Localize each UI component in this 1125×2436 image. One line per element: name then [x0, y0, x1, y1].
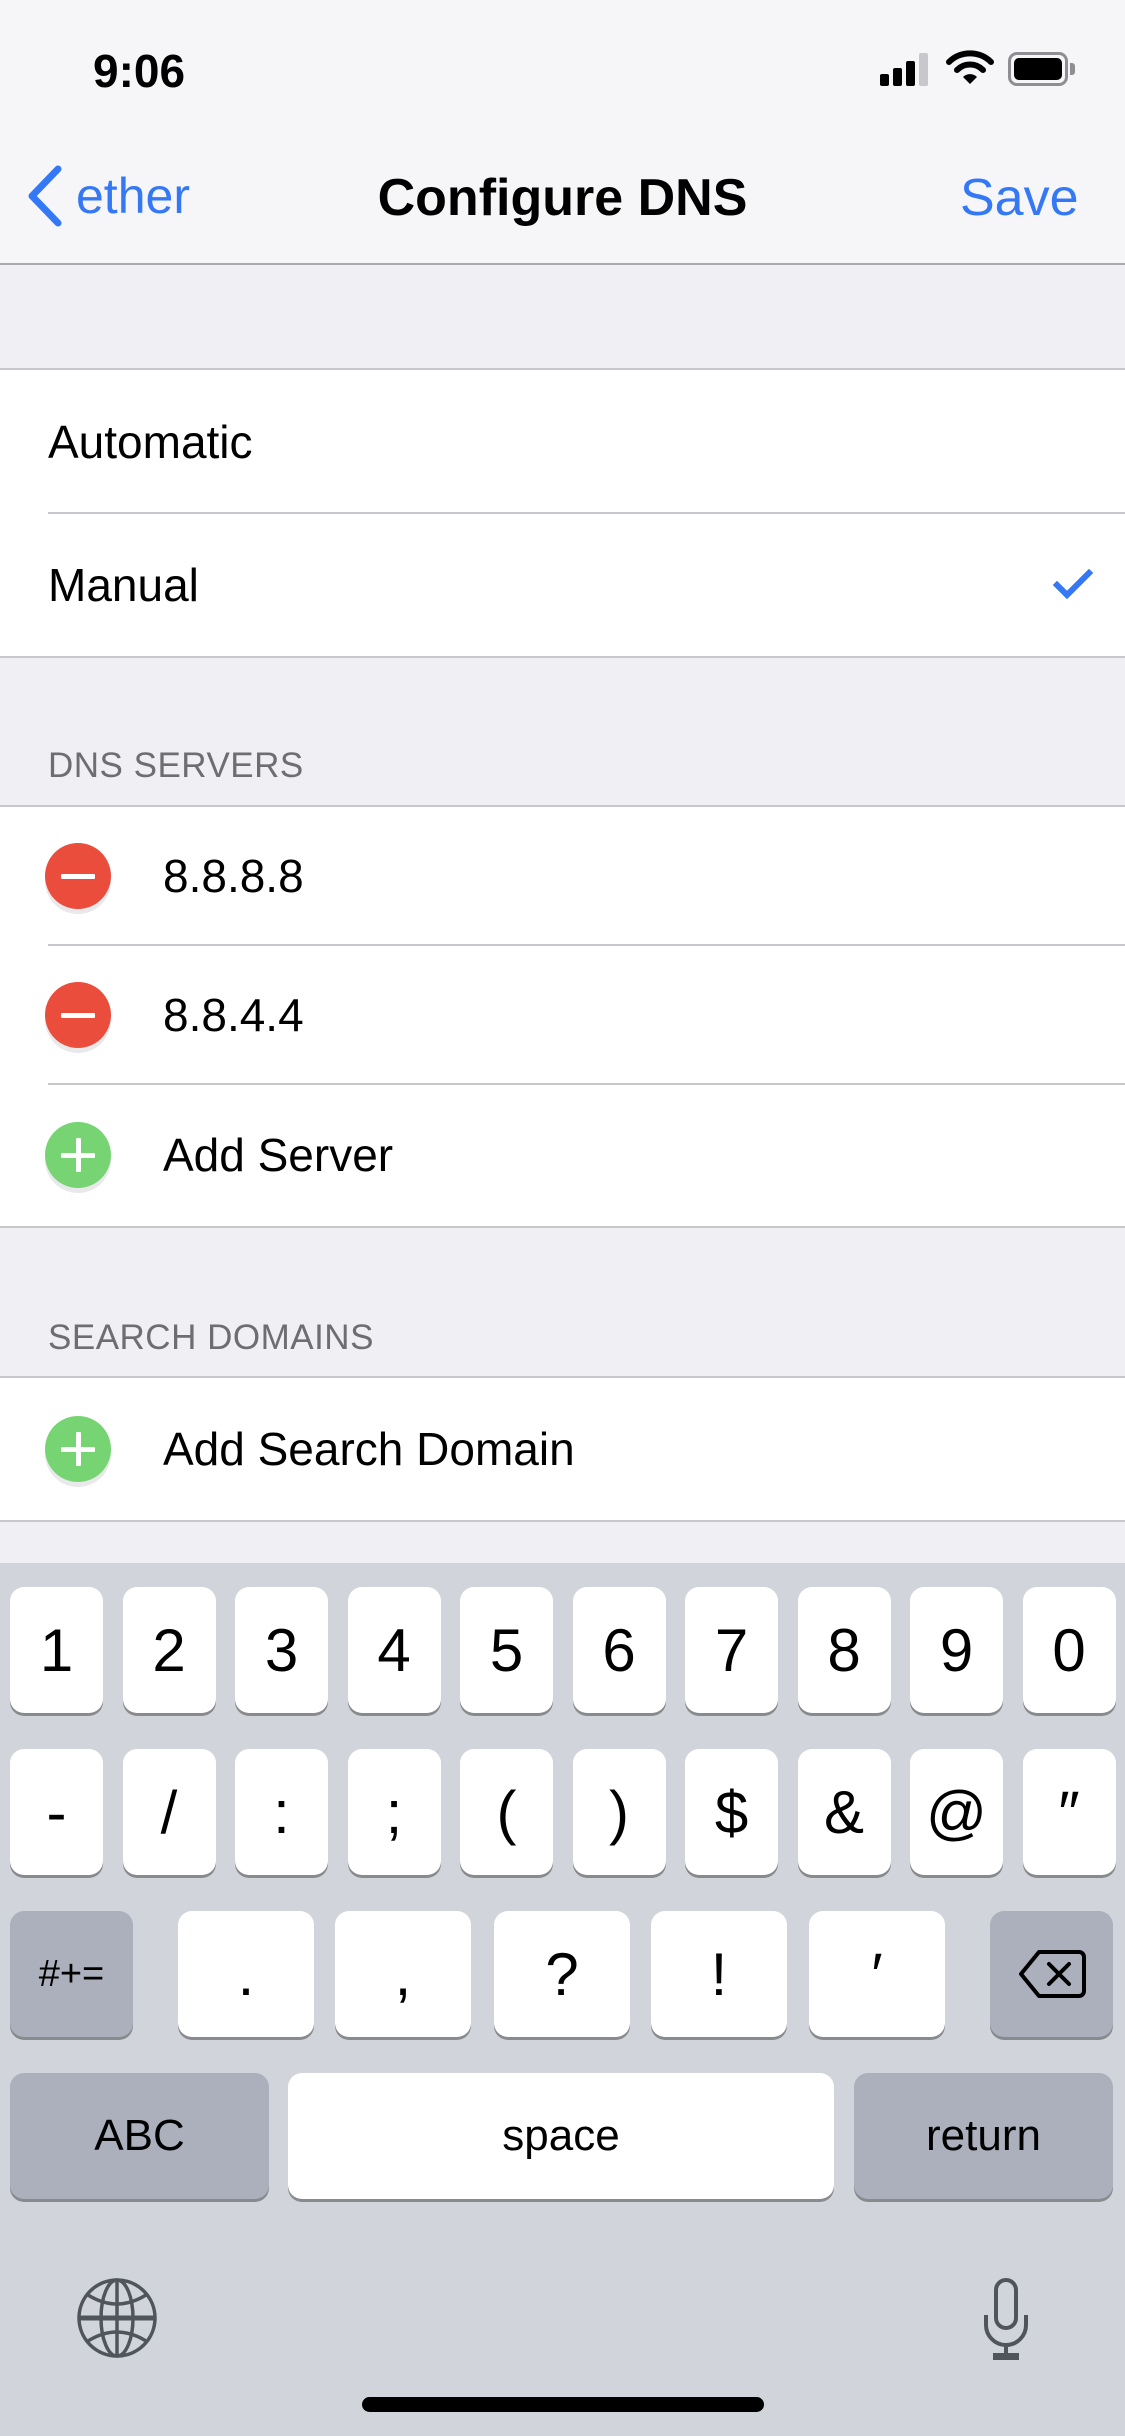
dns-server-row[interactable]: 8.8.4.4: [0, 944, 1125, 1084]
dns-mode-section: Automatic Manual: [0, 368, 1125, 658]
key-abc[interactable]: ABC: [10, 2073, 269, 2199]
key-punctuation[interactable]: !: [651, 1911, 787, 2037]
delete-backspace-icon: [1018, 1950, 1086, 1998]
key-8[interactable]: 8: [797, 1587, 891, 1713]
dns-servers-section: 8.8.8.8 8.8.4.4 Add Server: [0, 805, 1125, 1228]
page-title: Configure DNS: [377, 169, 748, 227]
key-symbol[interactable]: &: [797, 1749, 891, 1875]
home-indicator[interactable]: [362, 2397, 764, 2412]
key-symbol[interactable]: (: [460, 1749, 553, 1875]
globe-icon[interactable]: [76, 2277, 158, 2359]
plus-circle-icon[interactable]: [45, 1416, 111, 1482]
key-punctuation[interactable]: ,: [335, 1911, 471, 2037]
key-5[interactable]: 5: [460, 1587, 553, 1713]
add-server-label: Add Server: [163, 1129, 394, 1181]
key-return[interactable]: return: [854, 2073, 1113, 2199]
checkmark-icon: [1053, 568, 1093, 599]
save-button[interactable]: Save: [960, 168, 1079, 228]
add-search-domain-button[interactable]: Add Search Domain: [0, 1378, 1125, 1520]
key-more-symbols[interactable]: #+=: [10, 1911, 133, 2037]
key-7[interactable]: 7: [685, 1587, 778, 1713]
section-header-search-domains: SEARCH DOMAINS: [48, 1318, 374, 1357]
key-punctuation[interactable]: .: [178, 1911, 314, 2037]
key-symbol[interactable]: -: [10, 1749, 103, 1875]
option-label: Manual: [48, 558, 199, 611]
battery-tip: [1070, 63, 1075, 75]
dns-server-address[interactable]: 8.8.4.4: [163, 988, 304, 1042]
minus-circle-icon[interactable]: [45, 981, 111, 1048]
add-server-button[interactable]: Add Server: [0, 1083, 1125, 1226]
microphone-icon[interactable]: [980, 2277, 1032, 2361]
dns-server-row[interactable]: 8.8.8.8: [0, 807, 1125, 945]
battery-icon: [1008, 52, 1068, 86]
key-symbol[interactable]: /: [122, 1749, 216, 1875]
delete-key[interactable]: [990, 1911, 1113, 2037]
option-automatic[interactable]: Automatic: [0, 370, 1125, 513]
key-punctuation[interactable]: ′: [809, 1911, 945, 2037]
cellular-signal-icon: [880, 52, 930, 86]
wifi-icon: [946, 50, 994, 86]
dns-server-address[interactable]: 8.8.8.8: [163, 849, 304, 903]
add-search-domain-label: Add Search Domain: [163, 1423, 575, 1475]
key-9[interactable]: 9: [910, 1587, 1003, 1713]
key-3[interactable]: 3: [235, 1587, 328, 1713]
key-2[interactable]: 2: [122, 1587, 216, 1713]
key-4[interactable]: 4: [347, 1587, 441, 1713]
key-symbol[interactable]: :: [235, 1749, 328, 1875]
key-punctuation[interactable]: ?: [494, 1911, 630, 2037]
key-6[interactable]: 6: [572, 1587, 666, 1713]
key-symbol[interactable]: @: [910, 1749, 1003, 1875]
minus-circle-icon[interactable]: [45, 843, 111, 909]
search-domains-section: Add Search Domain: [0, 1376, 1125, 1522]
section-header-dns-servers: DNS SERVERS: [48, 746, 304, 785]
key-symbol[interactable]: ): [572, 1749, 666, 1875]
key-symbol[interactable]: $: [685, 1749, 778, 1875]
option-manual[interactable]: Manual: [0, 512, 1125, 656]
key-symbol[interactable]: ;: [347, 1749, 441, 1875]
key-space[interactable]: space: [288, 2073, 834, 2199]
plus-circle-icon[interactable]: [45, 1122, 111, 1188]
status-time: 9:06: [93, 45, 186, 97]
key-symbol[interactable]: ″: [1022, 1749, 1116, 1875]
key-0[interactable]: 0: [1022, 1587, 1116, 1713]
option-label: Automatic: [48, 415, 253, 468]
key-1[interactable]: 1: [10, 1587, 103, 1713]
